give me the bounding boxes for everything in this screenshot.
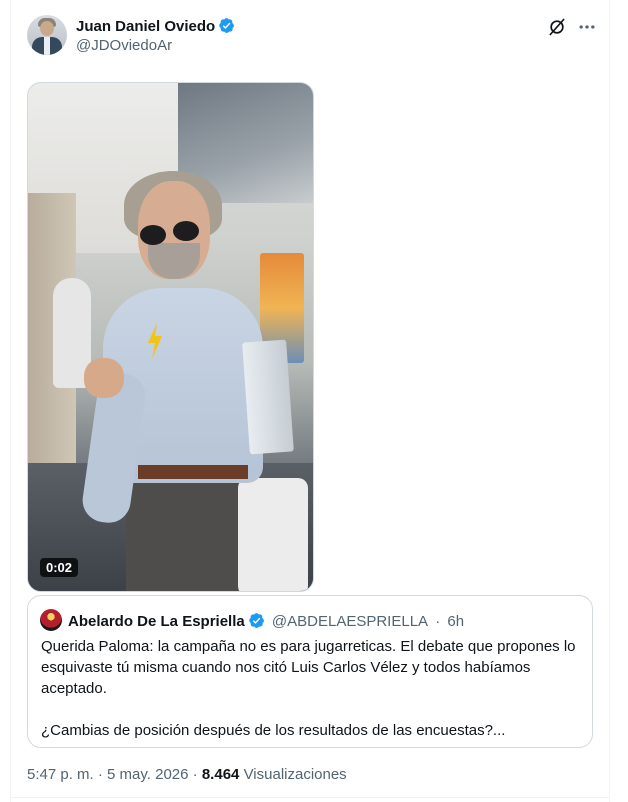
quoted-post[interactable]: Abelardo De La Espriella @ABDELAESPRIELL… <box>27 595 593 748</box>
quoted-author-name: Abelardo De La Espriella <box>68 613 245 630</box>
video-scene-hand <box>84 358 124 398</box>
video-scene-pants <box>126 477 244 591</box>
post-date[interactable]: 5 may. 2026 <box>107 766 188 783</box>
author-handle[interactable]: @JDOviedoAr <box>76 37 172 54</box>
verified-badge-icon <box>219 18 235 33</box>
post-time[interactable]: 5:47 p. m. <box>27 766 94 783</box>
quoted-text-paragraph-2: ¿Cambias de posición después de los resu… <box>41 722 506 739</box>
divider <box>10 797 610 798</box>
author-avatar[interactable] <box>27 15 67 55</box>
avatar-head <box>40 21 54 36</box>
quoted-author-handle: @ABDELAESPRIELLA <box>271 613 429 630</box>
video-duration-badge: 0:02 <box>40 558 79 577</box>
quoted-separator: · <box>435 613 441 630</box>
avatar-shirt <box>44 37 50 55</box>
video-scene-folder <box>242 339 294 455</box>
post-metadata: 5:47 p. m. · 5 may. 2026 · 8.464 Visuali… <box>27 766 347 783</box>
quoted-author-avatar <box>40 609 62 631</box>
meta-separator: · <box>97 766 103 783</box>
author-name[interactable]: Juan Daniel Oviedo <box>76 18 215 35</box>
quoted-author-row: Abelardo De La Espriella @ABDELAESPRIELL… <box>68 612 464 630</box>
video-player[interactable]: 0:02 <box>27 82 314 592</box>
author-name-row[interactable]: Juan Daniel Oviedo <box>76 17 235 35</box>
video-scene-glasses-left <box>140 225 166 245</box>
quoted-post-age: 6h <box>447 613 465 630</box>
quoted-text-paragraph-1: Querida Paloma: la campaña no es para ju… <box>41 638 576 697</box>
views-count: 8.464 <box>201 766 240 783</box>
verified-badge-icon <box>248 613 264 628</box>
video-scene-glasses-right <box>173 221 199 241</box>
quoted-post-text: Querida Paloma: la campaña no es para ju… <box>41 636 586 741</box>
more-options-icon[interactable] <box>577 17 597 37</box>
meta-separator: · <box>192 766 198 783</box>
post-header: Juan Daniel Oviedo @JDOviedoAr <box>27 15 602 59</box>
video-scene-belt <box>138 465 248 479</box>
views-label: Visualizaciones <box>243 766 347 783</box>
lightning-bolt-icon <box>148 323 162 359</box>
grok-icon[interactable] <box>547 17 567 37</box>
video-scene-bag <box>238 478 308 591</box>
